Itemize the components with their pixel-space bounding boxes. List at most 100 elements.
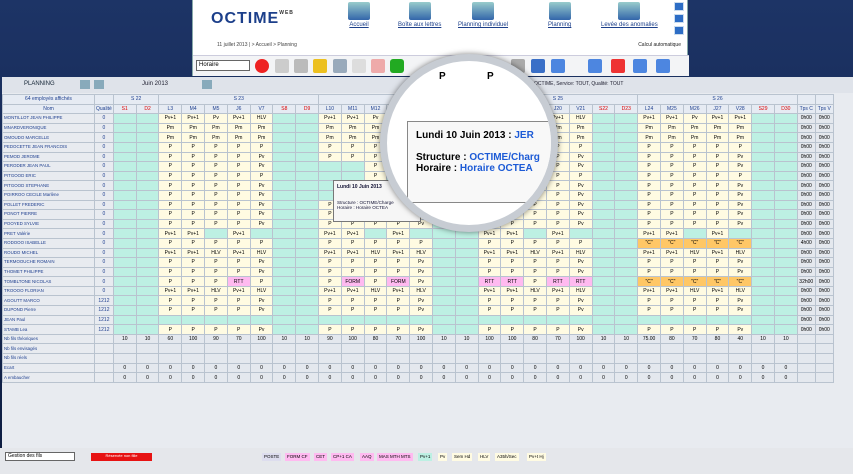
schedule-cell[interactable] [295,218,320,230]
schedule-cell[interactable]: Pm [158,122,183,134]
schedule-cell[interactable]: P [158,180,183,191]
schedule-cell[interactable]: P [682,209,707,220]
pin-icon[interactable] [333,59,347,73]
schedule-cell[interactable]: P [523,276,547,287]
schedule-cell[interactable] [591,237,616,249]
arrow-down-icon-2[interactable] [588,59,602,73]
schedule-cell[interactable]: HLV [568,113,593,124]
schedule-cell[interactable] [614,189,639,201]
schedule-cell[interactable] [135,151,160,163]
schedule-cell[interactable]: HLV [363,285,388,297]
schedule-cell[interactable] [591,189,616,201]
schedule-cell[interactable] [614,237,639,249]
schedule-cell[interactable]: P [637,209,661,220]
schedule-cell[interactable]: P [659,189,684,201]
schedule-cell[interactable] [591,180,616,191]
schedule-cell[interactable]: "C" [682,237,707,249]
schedule-cell[interactable] [773,141,798,153]
schedule-cell[interactable]: P [523,295,547,307]
schedule-cell[interactable]: Pv+1 [386,247,411,259]
schedule-cell[interactable] [773,314,798,326]
schedule-cell[interactable] [135,132,160,143]
schedule-cell[interactable] [295,209,320,220]
schedule-cell[interactable]: Pm [158,132,183,143]
schedule-cell[interactable]: Pv+1 [500,228,525,239]
schedule-cell[interactable]: Pv [249,180,274,191]
schedule-cell[interactable]: "C" [682,276,707,287]
schedule-cell[interactable]: P [568,141,593,153]
schedule-cell[interactable]: P [637,189,661,201]
schedule-cell[interactable]: P [363,257,388,268]
schedule-cell[interactable]: Pm [659,122,684,134]
schedule-cell[interactable] [112,170,137,182]
schedule-cell[interactable]: Pm [705,132,730,143]
eraser-icon[interactable] [371,59,385,73]
schedule-cell[interactable]: Pv [249,218,274,230]
schedule-cell[interactable] [135,324,160,335]
schedule-cell[interactable]: P [204,237,228,249]
schedule-cell[interactable] [751,305,775,316]
schedule-cell[interactable]: HLV [204,285,228,297]
schedule-cell[interactable]: Pv [568,218,593,230]
schedule-cell[interactable] [135,218,160,230]
schedule-cell[interactable] [272,141,297,153]
nav-anomalies[interactable]: Levée des anomalies [601,2,658,28]
schedule-cell[interactable]: Pv [728,209,753,220]
schedule-cell[interactable] [112,141,137,153]
footer-select[interactable]: Gestion des fils [5,452,75,461]
schedule-cell[interactable] [112,276,137,287]
schedule-cell[interactable]: P [545,305,570,316]
schedule-cell[interactable]: P [637,257,661,268]
schedule-cell[interactable]: "C" [728,276,753,287]
day-header[interactable]: L24 [637,103,661,115]
schedule-cell[interactable] [454,237,479,249]
schedule-cell[interactable]: HLV [568,247,593,259]
schedule-cell[interactable]: Pv+1 [659,285,684,297]
schedule-cell[interactable]: P [637,295,661,307]
schedule-cell[interactable] [614,247,639,259]
schedule-cell[interactable] [614,132,639,143]
schedule-cell[interactable] [272,170,297,182]
schedule-cell[interactable] [295,141,320,153]
schedule-cell[interactable] [591,257,616,268]
schedule-cell[interactable] [773,180,798,191]
schedule-cell[interactable]: P [705,257,730,268]
schedule-cell[interactable]: P [523,266,547,278]
schedule-cell[interactable] [272,151,297,163]
schedule-cell[interactable]: P [204,257,228,268]
schedule-cell[interactable] [682,314,707,326]
employee-name[interactable]: PEDOCETTE JEAN FRANCOIS [2,141,95,153]
schedule-cell[interactable] [751,180,775,191]
schedule-cell[interactable]: P [568,237,593,249]
schedule-cell[interactable] [363,314,388,326]
employee-name[interactable]: PONOT PIERRE [2,209,95,220]
schedule-cell[interactable]: P [705,180,730,191]
schedule-cell[interactable] [591,314,616,326]
schedule-cell[interactable]: Pv+1 [500,285,525,297]
schedule-cell[interactable] [112,324,137,335]
schedule-cell[interactable] [773,285,798,297]
schedule-cell[interactable] [523,228,547,239]
schedule-cell[interactable]: P [249,276,274,287]
print-icon[interactable] [80,80,90,89]
schedule-cell[interactable]: P [204,199,228,211]
reserved-red-button[interactable]: Réservée non fille [91,453,152,461]
schedule-cell[interactable] [751,247,775,259]
thermometer-icon[interactable] [611,59,625,73]
ruler-icon[interactable] [313,59,327,73]
schedule-cell[interactable]: Pm [637,122,661,134]
schedule-cell[interactable] [751,141,775,153]
schedule-cell[interactable] [135,141,160,153]
schedule-cell[interactable]: Pv [728,324,753,335]
schedule-cell[interactable]: P [545,257,570,268]
schedule-cell[interactable]: HLV [728,247,753,259]
schedule-cell[interactable]: P [682,161,707,172]
schedule-cell[interactable] [614,161,639,172]
schedule-cell[interactable]: P [705,295,730,307]
schedule-cell[interactable]: P [181,276,206,287]
schedule-cell[interactable] [272,295,297,307]
schedule-cell[interactable] [591,247,616,259]
arrow-down-icon-4[interactable] [656,59,670,73]
schedule-cell[interactable] [295,276,320,287]
day-header[interactable]: V21 [568,103,593,115]
